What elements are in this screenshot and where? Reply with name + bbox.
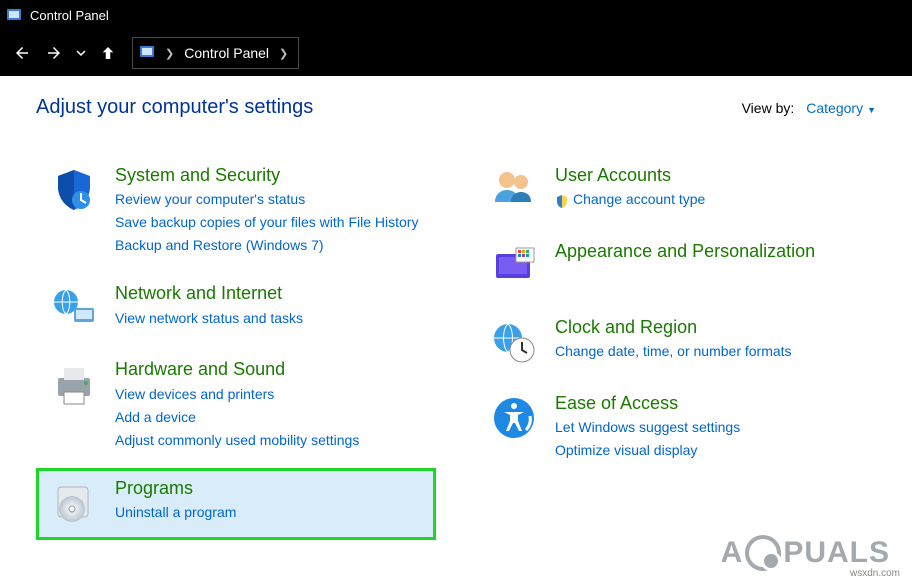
content-area: Adjust your computer's settings View by:… [0, 76, 912, 581]
page-title: Adjust your computer's settings [36, 96, 313, 119]
site-attribution: wsxdn.com [850, 568, 900, 579]
category-clock-region[interactable]: Clock and Region Change date, time, or n… [476, 307, 876, 379]
back-button[interactable] [8, 39, 36, 67]
control-panel-breadcrumb-icon [139, 44, 155, 63]
category-link[interactable]: View network status and tasks [115, 308, 423, 329]
left-column: System and Security Review your computer… [36, 155, 436, 544]
category-link[interactable]: Optimize visual display [555, 440, 863, 461]
navbar: ❯ Control Panel ❯ [0, 30, 912, 76]
globe-network-icon [49, 282, 99, 332]
ease-of-access-icon [489, 392, 539, 442]
address-bar[interactable]: ❯ Control Panel ❯ [132, 37, 299, 69]
category-columns: System and Security Review your computer… [36, 155, 876, 544]
category-link[interactable]: Add a device [115, 407, 423, 428]
shield-icon [49, 164, 99, 214]
breadcrumb-current[interactable]: Control Panel [184, 45, 269, 61]
category-link[interactable]: Uninstall a program [115, 502, 423, 523]
category-link[interactable]: Change date, time, or number formats [555, 341, 863, 362]
category-hardware-sound[interactable]: Hardware and Sound View devices and prin… [36, 349, 436, 463]
category-title[interactable]: User Accounts [555, 164, 863, 187]
right-column: User Accounts Change account type [476, 155, 876, 544]
category-link[interactable]: Review your computer's status [115, 189, 423, 210]
category-link[interactable]: Adjust commonly used mobility settings [115, 430, 423, 451]
category-appearance-personalization[interactable]: Appearance and Personalization [476, 231, 876, 303]
category-user-accounts[interactable]: User Accounts Change account type [476, 155, 876, 227]
watermark-circle-icon [745, 535, 781, 571]
category-title[interactable]: Hardware and Sound [115, 358, 423, 381]
view-by-control: View by: Category▼ [742, 100, 876, 116]
user-accounts-icon [489, 164, 539, 214]
clock-region-icon [489, 316, 539, 366]
programs-disc-icon [49, 477, 99, 527]
control-panel-icon [6, 7, 22, 23]
category-link[interactable]: View devices and printers [115, 384, 423, 405]
category-link[interactable]: Backup and Restore (Windows 7) [115, 235, 423, 256]
breadcrumb-chevron-icon[interactable]: ❯ [161, 47, 178, 60]
up-button[interactable] [94, 39, 122, 67]
view-by-dropdown[interactable]: Category▼ [806, 100, 876, 116]
category-programs[interactable]: Programs Uninstall a program [36, 468, 436, 540]
breadcrumb-chevron-icon[interactable]: ❯ [275, 47, 292, 60]
category-network-internet[interactable]: Network and Internet View network status… [36, 273, 436, 345]
category-title[interactable]: Ease of Access [555, 392, 863, 415]
titlebar: Control Panel [0, 0, 912, 30]
category-title[interactable]: Network and Internet [115, 282, 423, 305]
recent-locations-dropdown[interactable] [72, 39, 90, 67]
category-title[interactable]: Clock and Region [555, 316, 863, 339]
view-by-label: View by: [742, 100, 795, 116]
watermark-logo: A PUALS [721, 535, 890, 571]
category-title[interactable]: Appearance and Personalization [555, 240, 863, 263]
personalization-icon [489, 240, 539, 290]
category-title[interactable]: System and Security [115, 164, 423, 187]
forward-button[interactable] [40, 39, 68, 67]
category-system-security[interactable]: System and Security Review your computer… [36, 155, 436, 269]
window-title: Control Panel [30, 8, 109, 23]
category-ease-of-access[interactable]: Ease of Access Let Windows suggest setti… [476, 383, 876, 474]
printer-icon [49, 358, 99, 408]
uac-shield-icon [555, 193, 569, 207]
header-row: Adjust your computer's settings View by:… [36, 96, 876, 119]
category-link[interactable]: Save backup copies of your files with Fi… [115, 212, 423, 233]
category-link[interactable]: Let Windows suggest settings [555, 417, 863, 438]
category-title[interactable]: Programs [115, 477, 423, 500]
category-link[interactable]: Change account type [555, 189, 863, 210]
